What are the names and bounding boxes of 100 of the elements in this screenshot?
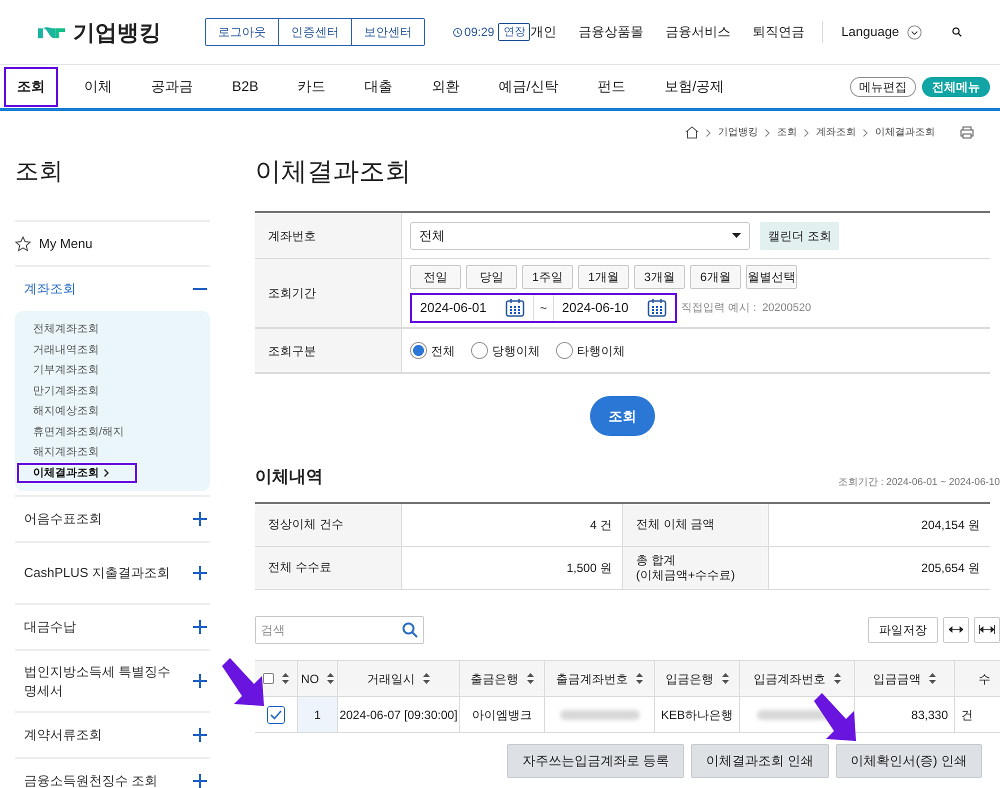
sort-icon[interactable]	[834, 673, 840, 684]
nav-tab[interactable]: 카드	[284, 66, 338, 106]
chevron-right-icon	[104, 468, 109, 477]
period-button[interactable]: 6개월	[690, 265, 741, 289]
period-button[interactable]: 1주일	[522, 265, 573, 289]
sidebar-section[interactable]: CashPLUS 지출결과조회	[15, 543, 210, 603]
page-title: 이체결과조회	[255, 155, 412, 188]
calendar-icon[interactable]	[505, 298, 525, 318]
summary-label: 전체 수수료	[255, 546, 402, 588]
sort-icon[interactable]	[327, 673, 334, 684]
header-checkbox[interactable]	[263, 673, 274, 684]
radio-button[interactable]	[471, 342, 488, 359]
radio-label: 당행이체	[492, 342, 540, 360]
top-link[interactable]: 금융서비스	[665, 22, 730, 42]
summary-label: 정상이체 건수	[255, 504, 402, 546]
column-header[interactable]: 입금은행	[666, 670, 714, 688]
calendar-icon[interactable]	[647, 298, 668, 318]
column-header[interactable]: 수	[978, 670, 990, 688]
sort-icon[interactable]	[636, 673, 643, 684]
submenu-item[interactable]: 해지예상조회	[17, 401, 137, 422]
row-checkbox[interactable]	[267, 706, 285, 724]
table-search-field[interactable]: 검색	[255, 616, 424, 644]
chevron-right-icon	[863, 128, 868, 136]
sidebar-title: 조회	[15, 157, 64, 187]
sort-icon[interactable]	[929, 673, 936, 684]
my-menu-link[interactable]: My Menu	[39, 234, 92, 254]
sidebar-section[interactable]: 금융소득원천징수 조회	[15, 759, 210, 788]
submenu-item[interactable]: 해지계좌조회	[17, 442, 137, 462]
submenu-item[interactable]: 전체계좌조회	[17, 319, 137, 340]
period-button[interactable]: 3개월	[634, 265, 685, 289]
session-timer: 09:29	[464, 24, 494, 41]
sort-icon[interactable]	[282, 673, 289, 684]
breadcrumb-link[interactable]: 이체결과조회	[875, 125, 935, 140]
nav-tab[interactable]: 외환	[418, 66, 472, 106]
sort-icon[interactable]	[423, 673, 430, 684]
sidebar-section[interactable]: 법인지방소득세 특별징수명세서	[15, 651, 210, 711]
nav-tab[interactable]: 조회	[4, 66, 58, 106]
language-select[interactable]: Language	[841, 22, 922, 42]
column-header[interactable]: 출금은행	[470, 670, 518, 688]
sort-icon[interactable]	[722, 673, 728, 684]
nav-tab[interactable]: B2B	[219, 66, 272, 106]
sidebar-section[interactable]: 어음수표조회	[15, 497, 210, 541]
period-button[interactable]: 1개월	[578, 265, 629, 289]
breadcrumb-link[interactable]: 계좌조회	[816, 125, 856, 140]
session-button[interactable]: 보안센터	[351, 19, 424, 45]
submenu-item[interactable]: 기부계좌조회	[17, 360, 137, 380]
search-submit-button[interactable]: 조회	[590, 396, 655, 436]
nav-tab[interactable]: 이체	[71, 66, 125, 106]
period-button[interactable]: 당일	[466, 265, 517, 289]
print-icon[interactable]	[960, 126, 974, 139]
nav-tab[interactable]: 펀드	[584, 66, 638, 106]
breadcrumb-link[interactable]: 조회	[777, 125, 797, 140]
sort-icon[interactable]	[526, 673, 534, 684]
session-button[interactable]: 인증센터	[278, 19, 352, 45]
period-button[interactable]: 전일	[410, 265, 461, 289]
top-link[interactable]: 퇴직연금	[752, 22, 804, 42]
nav-tab[interactable]: 예금/신탁	[485, 66, 572, 106]
submenu-item[interactable]: 휴면계좌조회/해지	[17, 422, 137, 442]
sidebar-section[interactable]: 계좌조회	[15, 267, 210, 311]
column-header[interactable]: 입금계좌번호	[754, 670, 826, 688]
sidebar-section[interactable]: 대금수납	[15, 605, 210, 649]
nav-tab[interactable]: 보험/공제	[651, 66, 738, 106]
action-button[interactable]: 자주쓰는입금계좌로 등록	[507, 744, 684, 778]
sidebar-section[interactable]: 계약서류조회	[15, 713, 210, 757]
logo-text: 기업뱅킹	[73, 18, 162, 46]
breadcrumb-link[interactable]: 기업뱅킹	[718, 125, 758, 140]
end-date-field[interactable]: 2024-06-10	[553, 295, 676, 321]
session-button[interactable]: 로그아웃	[206, 19, 278, 45]
action-button[interactable]: 이체결과조회 인쇄	[691, 744, 829, 778]
period-button[interactable]: 월별선택	[746, 265, 797, 289]
start-date-field[interactable]: 2024-06-01	[412, 295, 534, 321]
pointer-arrow-icon	[220, 658, 266, 708]
action-button[interactable]: 이체확인서(증) 인쇄	[836, 744, 982, 778]
home-icon[interactable]	[685, 126, 699, 139]
submenu-item[interactable]: 만기계좌조회	[17, 380, 137, 401]
star-icon[interactable]	[15, 236, 31, 252]
column-header[interactable]: 출금계좌번호	[556, 670, 628, 688]
account-select[interactable]: 전체	[410, 222, 750, 250]
radio-label: 타행이체	[577, 342, 625, 360]
top-link[interactable]: 금융상품몰	[578, 22, 644, 42]
column-header[interactable]: 입금금액	[873, 670, 921, 688]
submenu-item[interactable]: 거래내역조회	[17, 340, 137, 360]
radio-button[interactable]	[410, 342, 427, 359]
nav-tab[interactable]: 대출	[351, 66, 406, 106]
calendar-view-button[interactable]: 캘린더 조회	[760, 222, 840, 250]
caret-icon	[732, 233, 741, 238]
top-link[interactable]: 개인	[530, 22, 556, 42]
table-cell-text: 건	[961, 706, 973, 724]
edit-menu-button[interactable]: 메뉴편집	[850, 76, 916, 96]
summary-label: 총 합계 (이체금액+수수료)	[622, 546, 769, 588]
expand-columns-button[interactable]	[974, 616, 1000, 642]
nav-tab[interactable]: 공과금	[138, 66, 206, 106]
extend-button[interactable]: 연장	[498, 23, 530, 41]
column-header[interactable]: NO	[301, 670, 319, 688]
check-icon	[270, 710, 282, 720]
shrink-columns-button[interactable]	[943, 616, 969, 642]
column-header[interactable]: 거래일시	[367, 670, 415, 688]
submenu-item[interactable]: 이체결과조회	[17, 462, 137, 483]
radio-button[interactable]	[556, 342, 573, 359]
save-file-button[interactable]: 파일저장	[868, 616, 938, 642]
